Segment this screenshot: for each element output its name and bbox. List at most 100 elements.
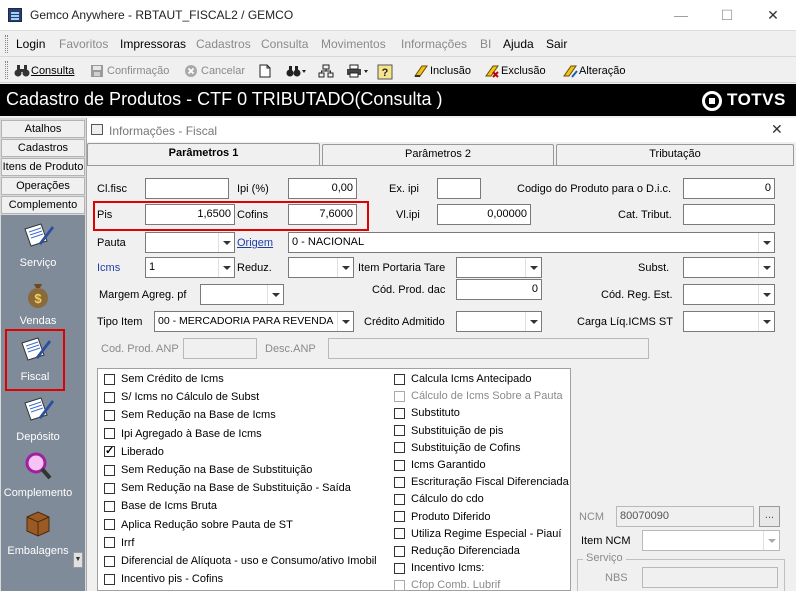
network-button[interactable] xyxy=(318,62,334,80)
option-checkbox[interactable]: S/ Icms no Cálculo de Subst xyxy=(104,391,259,403)
checkbox-icon[interactable] xyxy=(394,562,405,574)
menu-cadastros[interactable]: Cadastros xyxy=(196,37,251,51)
checkbox-icon[interactable] xyxy=(394,511,405,523)
menu-consulta[interactable]: Consulta xyxy=(261,37,308,51)
tab-parametros-1[interactable]: Parâmetros 1 xyxy=(87,143,320,166)
option-checkbox[interactable]: Redução Diferenciada xyxy=(394,545,520,557)
nav-tab-atalhos[interactable]: Atalhos xyxy=(1,120,85,138)
exclusao-button[interactable]: Exclusão xyxy=(484,62,546,80)
item-ncm-select[interactable] xyxy=(642,530,780,551)
help-button[interactable]: ? xyxy=(377,62,393,80)
option-checkbox[interactable]: Diferencial de Alíquota - uso e Consumo/… xyxy=(104,555,377,567)
menu-ajuda[interactable]: Ajuda xyxy=(503,37,534,51)
checked-checkbox-icon[interactable] xyxy=(104,444,115,458)
origem-select[interactable]: 0 - NACIONAL xyxy=(288,232,775,253)
origem-link[interactable]: Origem xyxy=(237,237,273,249)
tipo-item-select[interactable]: 00 - MERCADORIA PARA REVENDA xyxy=(154,311,354,332)
option-checkbox[interactable]: Ipi Agregado à Base de Icms xyxy=(104,428,262,440)
menu-login[interactable]: Login xyxy=(16,37,45,51)
minimize-button[interactable]: — xyxy=(658,0,704,31)
cod-prod-dac-field[interactable]: 0 xyxy=(456,279,542,300)
option-checkbox[interactable]: Substituição de Cofins xyxy=(394,442,520,454)
item-portaria-select[interactable] xyxy=(456,257,542,278)
menu-movimentos[interactable]: Movimentos xyxy=(321,37,386,51)
cancelar-button[interactable]: Cancelar xyxy=(184,62,245,80)
form-close-button[interactable]: ✕ xyxy=(771,121,783,138)
alteracao-button[interactable]: Alteração xyxy=(562,62,625,80)
nav-tab-itens-produto[interactable]: Itens de Produto xyxy=(1,158,85,176)
option-checkbox[interactable]: Irrf xyxy=(104,537,134,549)
option-checkbox[interactable]: Utiliza Regime Especial - Piauí xyxy=(394,528,561,540)
checkbox-icon[interactable] xyxy=(394,390,405,402)
menu-sair[interactable]: Sair xyxy=(546,37,567,51)
checkbox-icon[interactable] xyxy=(104,482,115,494)
clfisc-field[interactable] xyxy=(145,178,229,199)
option-checkbox[interactable]: Substituição de pis xyxy=(394,425,503,437)
option-checkbox[interactable]: Cálculo de Icms Sobre a Pauta xyxy=(394,390,563,402)
checkbox-icon[interactable] xyxy=(394,459,405,471)
close-button[interactable]: ✕ xyxy=(750,0,796,31)
subst-select[interactable] xyxy=(683,257,775,278)
option-checkbox[interactable]: Substituto xyxy=(394,407,460,419)
option-checkbox[interactable]: Incentivo Icms: xyxy=(394,562,484,574)
checkbox-icon[interactable] xyxy=(104,428,115,440)
checkbox-icon[interactable] xyxy=(104,555,115,567)
option-checkbox[interactable]: Cálculo do cdo xyxy=(394,493,484,505)
option-checkbox[interactable]: Liberado xyxy=(104,444,164,458)
nav-entry-vendas[interactable]: $ Vendas xyxy=(1,279,75,327)
inclusao-button[interactable]: Inclusão xyxy=(413,62,471,80)
option-checkbox[interactable]: Calcula Icms Antecipado xyxy=(394,373,531,385)
checkbox-icon[interactable] xyxy=(104,464,115,476)
option-checkbox[interactable]: Escrituração Fiscal Diferenciada xyxy=(394,476,569,488)
option-checkbox[interactable]: Sem Redução na Base de Icms xyxy=(104,409,276,421)
option-checkbox[interactable]: Incentivo pis - Cofins xyxy=(104,573,223,585)
nav-entry-servico[interactable]: Serviço xyxy=(1,221,75,269)
checkbox-icon[interactable] xyxy=(104,391,115,403)
nav-entry-embalagens[interactable]: Embalagens xyxy=(1,509,75,557)
exipi-field[interactable] xyxy=(437,178,481,199)
ipi-field[interactable]: 0,00 xyxy=(288,178,357,199)
ncm-lookup-button[interactable]: ... xyxy=(759,506,780,527)
new-document-button[interactable] xyxy=(259,62,273,80)
menu-informacoes[interactable]: Informações xyxy=(401,37,467,51)
option-checkbox[interactable]: Sem Redução na Base de Substituição - Sa… xyxy=(104,482,351,494)
print-button[interactable] xyxy=(346,62,368,80)
nav-entry-complemento[interactable]: Complemento xyxy=(1,451,75,499)
checkbox-icon[interactable] xyxy=(104,519,115,531)
checkbox-icon[interactable] xyxy=(394,493,405,505)
cat-tribut-field[interactable] xyxy=(683,204,775,225)
option-checkbox[interactable]: Produto Diferido xyxy=(394,511,491,523)
tab-parametros-2[interactable]: Parâmetros 2 xyxy=(322,144,554,165)
checkbox-icon[interactable] xyxy=(104,409,115,421)
nav-tab-cadastros[interactable]: Cadastros xyxy=(1,139,85,157)
nav-tab-operacoes[interactable]: Operações xyxy=(1,177,85,195)
checkbox-icon[interactable] xyxy=(394,407,405,419)
checkbox-icon[interactable] xyxy=(394,442,405,454)
checkbox-icon[interactable] xyxy=(394,476,405,488)
nav-entry-deposito[interactable]: Depósito xyxy=(1,395,75,443)
checkbox-icon[interactable] xyxy=(104,500,115,512)
nav-tab-complemento[interactable]: Complemento xyxy=(1,196,85,214)
vlipi-field[interactable]: 0,00000 xyxy=(437,204,531,225)
menu-bi[interactable]: BI xyxy=(480,37,491,51)
pauta-select[interactable] xyxy=(145,232,235,253)
checkbox-icon[interactable] xyxy=(394,528,405,540)
option-checkbox[interactable]: Sem Crédito de Icms xyxy=(104,373,224,385)
checkbox-icon[interactable] xyxy=(394,373,405,385)
cod-prod-anp-field[interactable] xyxy=(183,338,257,359)
menu-impressoras[interactable]: Impressoras xyxy=(120,37,186,51)
checkbox-icon[interactable] xyxy=(104,573,115,585)
reduz-select[interactable] xyxy=(288,257,354,278)
nav-scroll-down[interactable]: ▼ xyxy=(73,552,83,568)
option-checkbox[interactable]: Base de Icms Bruta xyxy=(104,500,217,512)
cod-reg-est-select[interactable] xyxy=(683,284,775,305)
option-checkbox[interactable]: Sem Redução na Base de Substituição xyxy=(104,464,312,476)
carga-liq-select[interactable] xyxy=(683,311,775,332)
tab-tributacao[interactable]: Tributação xyxy=(556,144,794,165)
ncm-field[interactable]: 80070090 xyxy=(616,506,754,527)
desc-anp-field[interactable] xyxy=(328,338,649,359)
checkbox-icon[interactable] xyxy=(104,373,115,385)
checkbox-icon[interactable] xyxy=(104,537,115,549)
checkbox-icon[interactable] xyxy=(394,425,405,437)
checkbox-icon[interactable] xyxy=(394,545,405,557)
